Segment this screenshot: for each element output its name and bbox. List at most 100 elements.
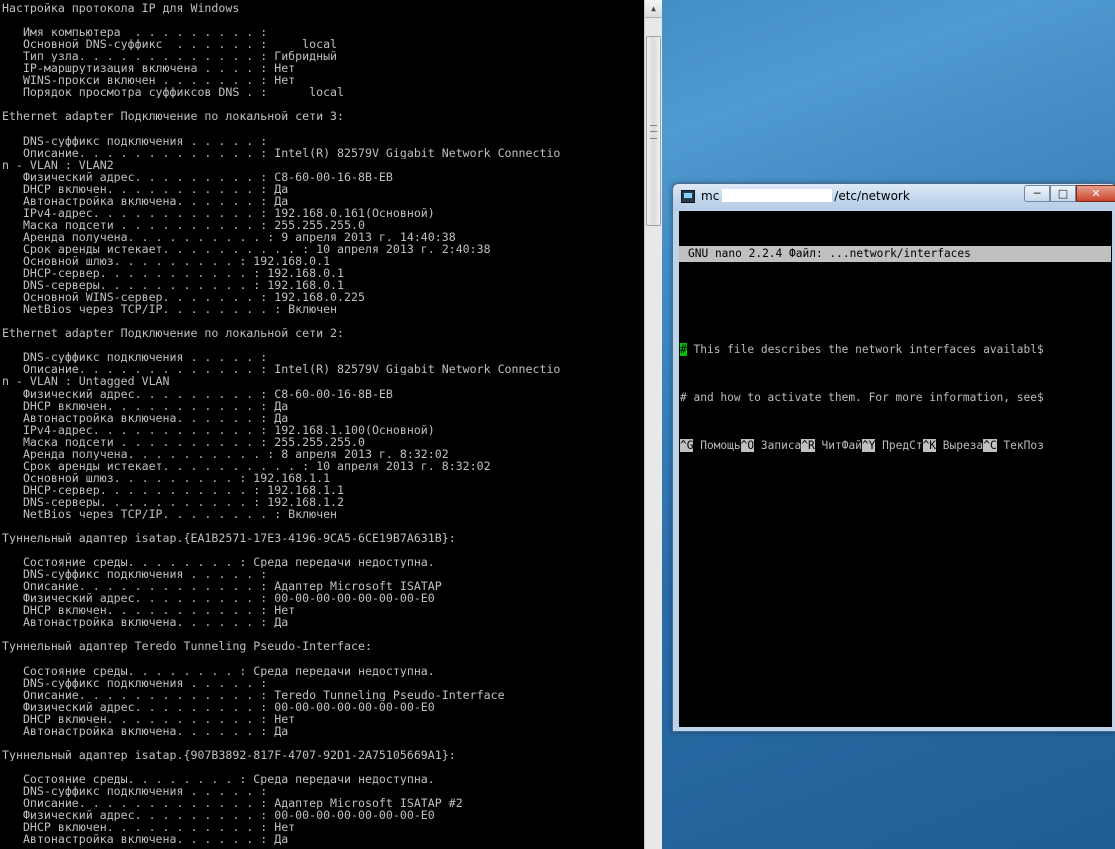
- cmd-line: Физический адрес. . . . . . . . . : 00-0…: [2, 592, 435, 605]
- cmd-line: DHCP включен. . . . . . . . . . . : Нет: [2, 712, 296, 725]
- nano-line: # and how to activate them. For more inf…: [680, 391, 1044, 404]
- cmd-line: Описание. . . . . . . . . . . . . : Inte…: [2, 146, 561, 159]
- cmd-line: Физический адрес. . . . . . . . . : C8-6…: [2, 170, 393, 183]
- cmd-line: DNS-суффикс подключения . . . . . :: [2, 676, 268, 689]
- cmd-line: Аренда получена. . . . . . . . . . : 9 а…: [2, 230, 456, 243]
- shortcut-label: ТекПоз: [996, 439, 1044, 452]
- nano-editor[interactable]: GNU nano 2.2.4 Файл: ...network/interfac…: [679, 214, 1111, 486]
- cmd-line: Туннельный адаптер Teredo Tunneling Pseu…: [2, 640, 372, 653]
- cmd-line: Срок аренды истекает. . . . . . . . . . …: [2, 459, 491, 472]
- cmd-line: WINS-прокси включен . . . . . . . : Нет: [2, 74, 296, 87]
- cmd-line: Срок аренды истекает. . . . . . . . . . …: [2, 242, 491, 255]
- terminal-screen[interactable]: GNU nano 2.2.4 Файл: ...network/interfac…: [679, 211, 1112, 727]
- cmd-line: Описание. . . . . . . . . . . . . : Адап…: [2, 797, 463, 810]
- shortcut-label: Записа: [754, 439, 802, 452]
- cmd-line: Ethernet adapter Подключение по локально…: [2, 110, 345, 123]
- cmd-line: DNS-суффикс подключения . . . . . :: [2, 134, 268, 147]
- minimize-button[interactable]: ─: [1024, 185, 1050, 202]
- cmd-line: Основной шлюз. . . . . . . . . : 192.168…: [2, 254, 331, 268]
- shortcut-label: ПредСт: [875, 439, 923, 452]
- cmd-line: DNS-суффикс подключения . . . . . :: [2, 568, 268, 581]
- cmd-line: [2, 653, 642, 665]
- shortcut-label: ЧитФай: [814, 439, 862, 452]
- nano-blank-line: [680, 294, 1111, 310]
- nano-shortcut-bar: ^G Помощь^O Записа^R ЧитФай^Y ПредСт^K В…: [680, 438, 1111, 454]
- cmd-line: Автонастройка включена. . . . . . : Да: [2, 194, 289, 207]
- cmd-line: Туннельный адаптер isatap.{EA1B2571-17E3…: [2, 532, 456, 545]
- cmd-line: Основной WINS-сервер. . . . . . . : 192.…: [2, 291, 365, 304]
- nano-first-line-text: This file describes the network interfac…: [686, 343, 1044, 356]
- maximize-button[interactable]: □: [1050, 185, 1076, 202]
- putty-titlebar[interactable]: mc/etc/network ─ □ ✕: [673, 184, 1115, 210]
- putty-window[interactable]: mc/etc/network ─ □ ✕ GNU nano 2.2.4 Файл…: [672, 183, 1115, 732]
- cmd-line: [2, 14, 642, 26]
- nano-file-content[interactable]: # and how to activate them. For more inf…: [680, 390, 1111, 406]
- cmd-line: DNS-суффикс подключения . . . . . :: [2, 351, 268, 364]
- cmd-scrollbar[interactable]: ▲: [644, 0, 662, 849]
- cmd-line: Автонастройка включена. . . . . . : Да: [2, 724, 289, 737]
- nano-shortcut-row: ^G Помощь^O Записа^R ЧитФай^Y ПредСт^K В…: [680, 438, 1111, 454]
- cmd-line: [2, 737, 642, 749]
- close-button[interactable]: ✕: [1076, 185, 1115, 202]
- cmd-line: n - VLAN : VLAN2: [2, 158, 114, 171]
- cmd-line: DHCP включен. . . . . . . . . . . : Нет: [2, 821, 296, 834]
- cmd-line: DHCP включен. . . . . . . . . . . : Нет: [2, 604, 296, 617]
- cmd-line: IPv4-адрес. . . . . . . . . . . . : 192.…: [2, 206, 435, 219]
- cmd-line: [2, 98, 642, 110]
- redacted-hostname: [722, 189, 833, 202]
- putty-title: mc/etc/network: [701, 189, 910, 203]
- cmd-line: Описание. . . . . . . . . . . . . : Tere…: [2, 688, 505, 701]
- cmd-line: [2, 761, 642, 773]
- nano-first-line[interactable]: # This file describes the network interf…: [680, 342, 1111, 358]
- cmd-line: Физический адрес. . . . . . . . . : 00-0…: [2, 700, 435, 713]
- cmd-line: DNS-суффикс подключения . . . . . :: [2, 785, 268, 798]
- cmd-line: Порядок просмотра суффиксов DNS . : loca…: [2, 86, 345, 99]
- cmd-line: IPv4-адрес. . . . . . . . . . . . : 192.…: [2, 423, 435, 436]
- cmd-line: Имя компьютера . . . . . . . . . :: [2, 26, 268, 39]
- cmd-window[interactable]: Настройка протокола IP для Windows Имя к…: [0, 0, 662, 849]
- cmd-line: [2, 315, 642, 327]
- shortcut-key: ^G: [680, 439, 694, 452]
- shortcut-key: ^R: [801, 439, 815, 452]
- cmd-line: [2, 628, 642, 640]
- putty-title-path: /etc/network: [834, 189, 910, 203]
- cmd-line: Состояние среды. . . . . . . . : Среда п…: [2, 556, 435, 569]
- cmd-line: NetBios через TCP/IP. . . . . . . . : Вк…: [2, 507, 338, 521]
- cmd-line: NetBios через TCP/IP. . . . . . . . : Вк…: [2, 303, 338, 316]
- shortcut-key: ^O: [740, 439, 755, 452]
- cmd-line: Автонастройка включена. . . . . . : Да: [2, 411, 289, 424]
- cmd-line: Состояние среды. . . . . . . . : Среда п…: [2, 773, 435, 786]
- cmd-line: Состояние среды. . . . . . . . : Среда п…: [2, 664, 435, 677]
- cmd-line: Настройка протокола IP для Windows: [2, 2, 240, 15]
- cmd-line: DNS-серверы. . . . . . . . . . . : 192.1…: [2, 279, 345, 292]
- cmd-line: DHCP-сервер. . . . . . . . . . . : 192.1…: [2, 267, 345, 280]
- cmd-line: Описание. . . . . . . . . . . . . : Inte…: [2, 363, 561, 376]
- cmd-line: Основной DNS-суффикс . . . . . . : local: [2, 38, 338, 51]
- cmd-line: [2, 122, 642, 134]
- cmd-line: Автонастройка включена. . . . . . : Да: [2, 833, 289, 846]
- cmd-line: Тип узла. . . . . . . . . . . . . : Гибр…: [2, 50, 338, 63]
- text-cursor: #: [680, 343, 687, 356]
- nano-header: GNU nano 2.2.4 Файл: ...network/interfac…: [679, 246, 1111, 262]
- shortcut-key: ^K: [922, 439, 937, 452]
- cmd-line: DNS-серверы. . . . . . . . . . . : 192.1…: [2, 495, 345, 508]
- shortcut-label: Выреза: [936, 439, 984, 452]
- shortcut-key: ^Y: [861, 439, 876, 452]
- cmd-output: Настройка протокола IP для Windows Имя к…: [2, 2, 642, 845]
- putty-title-prefix: mc: [701, 189, 720, 203]
- cmd-line: Описание. . . . . . . . . . . . . : Адап…: [2, 580, 442, 593]
- cmd-line: Физический адрес. . . . . . . . . : 00-0…: [2, 809, 435, 822]
- cmd-line: Основной шлюз. . . . . . . . . : 192.168…: [2, 471, 331, 484]
- cmd-line: [2, 339, 642, 351]
- cmd-scroll-thumb[interactable]: [646, 36, 661, 226]
- cmd-line: DHCP включен. . . . . . . . . . . : Да: [2, 399, 289, 412]
- cmd-line: Маска подсети . . . . . . . . . . : 255.…: [2, 435, 365, 448]
- putty-terminal-icon[interactable]: [681, 190, 695, 203]
- cmd-line: IP-маршрутизация включена . . . . : Нет: [2, 62, 296, 75]
- scroll-up-arrow-icon[interactable]: ▲: [645, 0, 662, 18]
- cmd-line: n - VLAN : Untagged VLAN: [2, 375, 170, 388]
- cmd-line: Аренда получена. . . . . . . . . . : 8 а…: [2, 447, 449, 460]
- shortcut-label: Помощь: [693, 439, 741, 452]
- shortcut-key: ^C: [983, 439, 997, 452]
- cmd-line: [2, 520, 642, 532]
